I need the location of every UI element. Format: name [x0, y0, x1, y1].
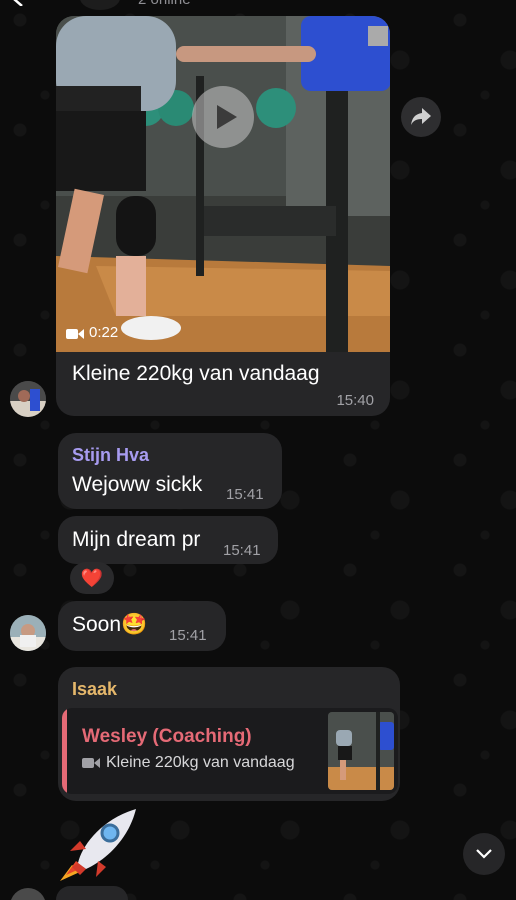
video-caption: Kleine 220kg van vandaag	[72, 362, 320, 385]
message-bubble[interactable]: Mijn dream pr 15:41	[58, 516, 278, 564]
quoted-text: Kleine 220kg van vandaag	[106, 754, 295, 771]
sender-name[interactable]: Isaak	[72, 679, 117, 700]
message-time: 15:41	[226, 486, 264, 503]
heart-icon: ❤️	[80, 567, 104, 588]
quoted-message[interactable]: Wesley (Coaching) Kleine 220kg van vanda…	[62, 708, 398, 794]
share-forward-button[interactable]	[401, 97, 441, 137]
quote-accent-bar	[62, 708, 67, 794]
rocket-sticker[interactable]	[58, 805, 138, 883]
message-bubble[interactable]: Stijn Hva Wejoww sickk 15:41	[58, 433, 282, 509]
share-forward-icon	[411, 108, 431, 125]
message-text: Mijn dream pr	[72, 528, 201, 551]
quoted-text-row: Kleine 220kg van vandaag	[82, 754, 295, 772]
avatar[interactable]	[10, 381, 46, 417]
quoted-thumbnail	[328, 712, 394, 790]
message-text: Soon🤩	[72, 613, 148, 636]
chat-header: 2 online	[0, 0, 516, 12]
quoted-sender: Wesley (Coaching)	[82, 726, 252, 747]
gym-video-frame	[56, 16, 390, 352]
video-camera-icon	[66, 327, 84, 339]
reaction-badge[interactable]: ❤️	[70, 562, 114, 594]
message-time: 15:41	[223, 542, 261, 559]
sender-name[interactable]: Stijn Hva	[72, 445, 149, 466]
play-icon	[217, 105, 237, 129]
chevron-left-icon[interactable]	[10, 0, 26, 6]
video-duration: 0:22	[66, 324, 118, 341]
play-button[interactable]	[192, 86, 254, 148]
message-time: 15:40	[336, 392, 374, 409]
scroll-down-button[interactable]	[463, 833, 505, 875]
message-bubble[interactable]	[56, 886, 128, 900]
video-camera-icon	[82, 758, 100, 768]
video-duration-text: 0:22	[89, 324, 119, 341]
header-status: 2 online	[138, 0, 191, 8]
video-message-bubble[interactable]: 0:22 Kleine 220kg van vandaag 15:40	[56, 16, 390, 416]
header-avatar[interactable]	[80, 0, 120, 10]
message-text: Wejoww sickk	[72, 473, 203, 496]
message-bubble[interactable]: Soon🤩 15:41	[58, 601, 226, 651]
rocket-icon	[60, 809, 136, 881]
chevron-down-icon	[476, 849, 492, 859]
message-time: 15:41	[169, 627, 207, 644]
video-thumbnail[interactable]: 0:22	[56, 16, 390, 352]
avatar[interactable]	[10, 615, 46, 651]
